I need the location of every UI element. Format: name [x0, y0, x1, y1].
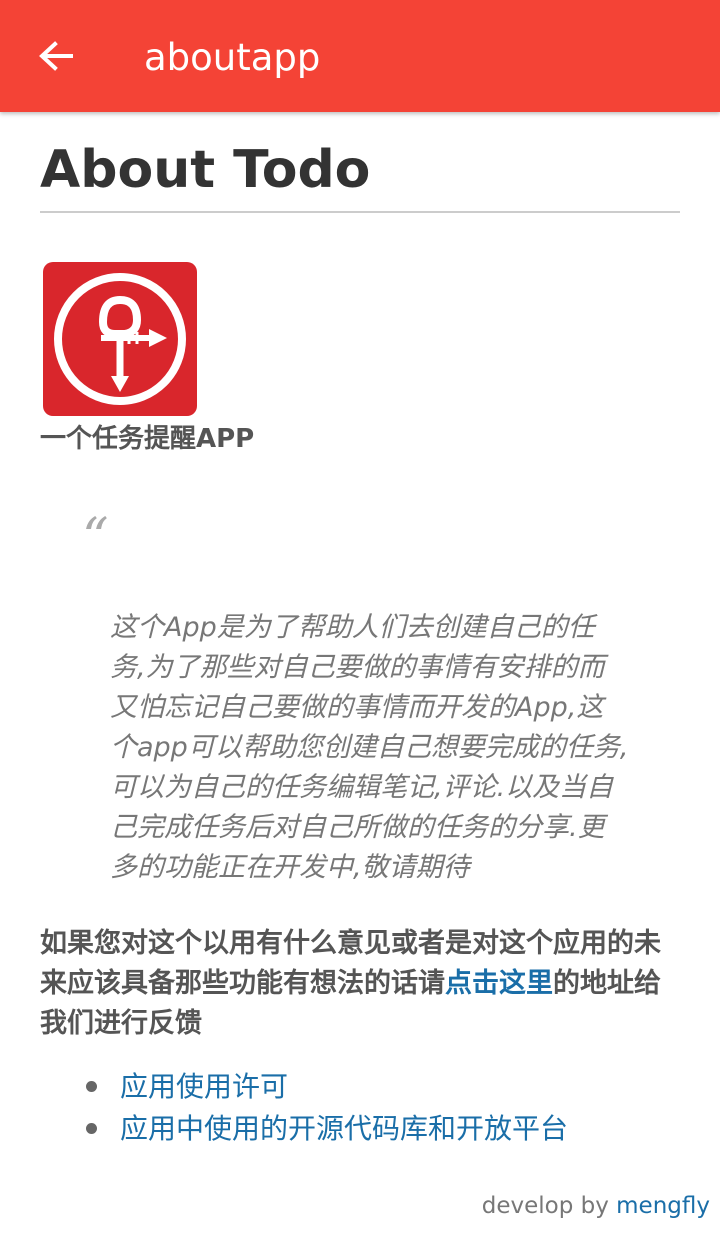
app-bar: aboutapp	[0, 0, 720, 112]
app-bar-title: aboutapp	[144, 36, 321, 79]
open-source-link[interactable]: 应用中使用的开源代码库和开放平台	[120, 1112, 568, 1145]
about-links-list: 应用使用许可 应用中使用的开源代码库和开放平台	[40, 1066, 680, 1150]
license-link[interactable]: 应用使用许可	[120, 1070, 288, 1103]
footer-prefix: develop by	[481, 1193, 617, 1219]
page-title: About Todo	[40, 140, 371, 200]
app-logo	[43, 262, 197, 416]
todo-app-logo-icon	[43, 262, 197, 416]
feedback-link[interactable]: 点击这里	[445, 968, 553, 999]
about-content: About Todo 一个任务提醒APP “ 这个App是为了帮助人们去创建自己…	[40, 112, 680, 1150]
title-divider	[40, 211, 680, 213]
list-item-license: 应用使用许可	[40, 1066, 680, 1108]
arrow-left-icon	[39, 41, 73, 71]
author-link[interactable]: mengfly	[616, 1193, 710, 1219]
app-description-quote: 这个App是为了帮助人们去创建自己的任务,为了那些对自己要做的事情有安排的而又怕…	[110, 612, 629, 883]
list-item-open-source: 应用中使用的开源代码库和开放平台	[40, 1108, 680, 1150]
bullet-icon	[86, 1081, 97, 1092]
quote-mark-icon: “	[82, 508, 109, 568]
back-button[interactable]	[22, 22, 90, 90]
app-tagline: 一个任务提醒APP	[40, 424, 255, 454]
footer-credit: develop by mengfly	[482, 1190, 710, 1222]
feedback-paragraph: 如果您对这个以用有什么意见或者是对这个应用的未来应该具备那些功能有想法的话请点击…	[40, 924, 680, 1044]
bullet-icon	[86, 1123, 97, 1134]
